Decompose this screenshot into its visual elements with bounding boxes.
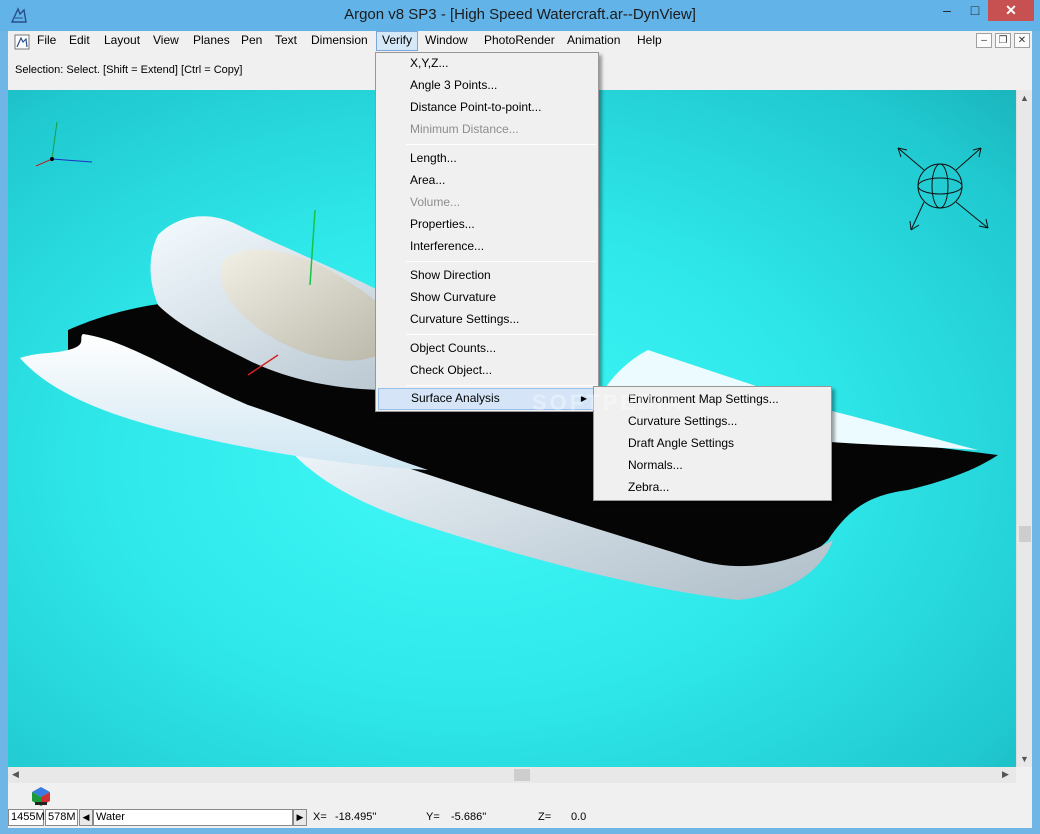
submenu-arrow-icon: ▶ bbox=[580, 394, 587, 403]
z-coord-label: Z= bbox=[538, 811, 552, 823]
memory-total: 1455M bbox=[8, 809, 45, 826]
menu-view[interactable]: View bbox=[148, 31, 184, 51]
y-coord-value: -5.686'' bbox=[451, 811, 487, 823]
horizontal-scroll-thumb[interactable] bbox=[514, 769, 530, 781]
render-cube-icon[interactable] bbox=[30, 785, 52, 807]
menu-item-volume[interactable]: Volume... bbox=[378, 192, 596, 214]
bottom-bar: 1455M 578M ◀ Water ▶ X= -18.495'' Y= -5.… bbox=[8, 783, 1032, 828]
menu-item-environment-map-settings[interactable]: Environment Map Settings... bbox=[596, 389, 829, 411]
menu-text[interactable]: Text bbox=[270, 31, 302, 51]
layer-field[interactable]: Water bbox=[93, 809, 293, 826]
layer-next-icon[interactable]: ▶ bbox=[293, 809, 307, 826]
menu-verify[interactable]: Verify bbox=[376, 31, 419, 51]
scroll-left-icon[interactable]: ◀ bbox=[12, 769, 19, 780]
menu-separator bbox=[406, 334, 596, 335]
surface-analysis-submenu: Environment Map Settings... Curvature Se… bbox=[593, 386, 832, 501]
window-maximize-button[interactable]: □ bbox=[961, 0, 989, 21]
window-close-button[interactable]: ✕ bbox=[988, 0, 1034, 21]
menu-item-curvature-settings[interactable]: Curvature Settings... bbox=[378, 309, 596, 331]
vertical-scrollbar[interactable]: ▲ ▼ bbox=[1016, 90, 1032, 767]
horizontal-scrollbar[interactable]: ◀ ▶ bbox=[8, 767, 1016, 783]
y-coord-label: Y= bbox=[426, 811, 440, 823]
menu-item-normals[interactable]: Normals... bbox=[596, 455, 829, 477]
z-coord-value: 0.0 bbox=[571, 811, 587, 823]
window-minimize-button[interactable]: – bbox=[933, 0, 961, 21]
mdi-minimize-button[interactable]: – bbox=[976, 33, 992, 48]
menu-planes[interactable]: Planes bbox=[188, 31, 235, 51]
menu-item-minimum-distance[interactable]: Minimum Distance... bbox=[378, 119, 596, 141]
status-row: 1455M 578M ◀ Water ▶ X= -18.495'' Y= -5.… bbox=[8, 809, 1032, 826]
menu-dimension[interactable]: Dimension bbox=[306, 31, 373, 51]
menu-separator bbox=[406, 144, 596, 145]
layer-prev-icon[interactable]: ◀ bbox=[79, 809, 93, 826]
memory-used: 578M bbox=[45, 809, 78, 826]
mdi-close-button[interactable]: ✕ bbox=[1014, 33, 1030, 48]
document-icon[interactable] bbox=[14, 34, 30, 50]
menu-item-zebra[interactable]: Zebra... bbox=[596, 477, 829, 499]
menu-item-show-direction[interactable]: Show Direction bbox=[378, 265, 596, 287]
menu-file[interactable]: File bbox=[32, 31, 61, 51]
menu-item-draft-angle-settings[interactable]: Draft Angle Settings bbox=[596, 433, 829, 455]
scroll-up-icon[interactable]: ▲ bbox=[1020, 93, 1029, 103]
menu-item-angle-3-points[interactable]: Angle 3 Points... bbox=[378, 75, 596, 97]
menu-item-surface-analysis-label: Surface Analysis bbox=[411, 391, 500, 405]
menu-item-distance-point-to-point[interactable]: Distance Point-to-point... bbox=[378, 97, 596, 119]
menu-item-surface-analysis[interactable]: Surface Analysis ▶ bbox=[378, 388, 596, 410]
menu-window[interactable]: Window bbox=[420, 31, 473, 51]
menu-item-show-curvature[interactable]: Show Curvature bbox=[378, 287, 596, 309]
scroll-right-icon[interactable]: ▶ bbox=[1002, 769, 1009, 780]
menu-layout[interactable]: Layout bbox=[99, 31, 145, 51]
menu-item-properties[interactable]: Properties... bbox=[378, 214, 596, 236]
menu-item-xyz[interactable]: X,Y,Z... bbox=[378, 53, 596, 75]
menu-animation[interactable]: Animation bbox=[562, 31, 625, 51]
menu-item-object-counts[interactable]: Object Counts... bbox=[378, 338, 596, 360]
vertical-scroll-thumb[interactable] bbox=[1019, 526, 1031, 542]
x-coord-label: X= bbox=[313, 811, 327, 823]
menu-separator bbox=[406, 261, 596, 262]
menubar: File Edit Layout View Planes Pen Text Di… bbox=[8, 31, 1032, 52]
menu-item-surface-curvature-settings[interactable]: Curvature Settings... bbox=[596, 411, 829, 433]
window-title: Argon v8 SP3 - [High Speed Watercraft.ar… bbox=[344, 6, 696, 23]
x-coord-value: -18.495'' bbox=[335, 811, 377, 823]
scroll-down-icon[interactable]: ▼ bbox=[1020, 754, 1029, 764]
menu-item-check-object[interactable]: Check Object... bbox=[378, 360, 596, 382]
menu-item-area[interactable]: Area... bbox=[378, 170, 596, 192]
xyz-axis-icon bbox=[35, 121, 93, 167]
window-titlebar: Argon v8 SP3 - [High Speed Watercraft.ar… bbox=[0, 0, 1040, 31]
view-navigator-sphere-icon[interactable] bbox=[893, 140, 993, 235]
menu-help[interactable]: Help bbox=[632, 31, 667, 51]
menu-pen[interactable]: Pen bbox=[236, 31, 267, 51]
selection-prompt: Selection: Select. [Shift = Extend] [Ctr… bbox=[15, 64, 243, 76]
mdi-restore-button[interactable]: ❐ bbox=[995, 33, 1011, 48]
menu-edit[interactable]: Edit bbox=[64, 31, 95, 51]
menu-item-length[interactable]: Length... bbox=[378, 148, 596, 170]
menu-photorender[interactable]: PhotoRender bbox=[479, 31, 560, 51]
menu-item-interference[interactable]: Interference... bbox=[378, 236, 596, 258]
verify-menu: X,Y,Z... Angle 3 Points... Distance Poin… bbox=[375, 52, 599, 412]
menu-separator bbox=[406, 385, 596, 386]
